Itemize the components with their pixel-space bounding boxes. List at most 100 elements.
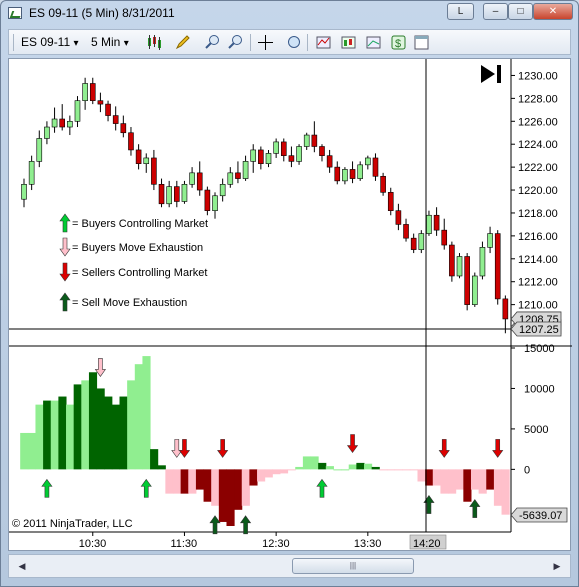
candle-body (120, 123, 127, 134)
indicator-bar (35, 404, 44, 470)
go-to-end-icon[interactable] (481, 65, 501, 83)
toolbar-grip (13, 34, 14, 51)
candle-body (280, 141, 287, 156)
indicator-bar (73, 384, 82, 470)
candle (372, 153, 379, 181)
close-button[interactable]: ✕ (533, 3, 573, 20)
legend-sellexhaust-label: = Sell Move Exhaustion (72, 297, 187, 309)
candle (265, 149, 272, 168)
indicator-bar (195, 469, 205, 490)
magnifier-icon[interactable] (286, 34, 303, 51)
legend-buy-arrow-icon (59, 213, 71, 233)
candle-body (319, 146, 325, 156)
horizontal-scrollbar[interactable]: ◀ ||| ▶ (8, 554, 571, 578)
chart-panel[interactable]: 1230.00 1228.00 1226.00 1224.00 1222.00 1220.… (8, 58, 572, 552)
chart-properties-icon[interactable] (365, 34, 382, 51)
copyright-text: © 2011 NinjaTrader, LLC (12, 518, 133, 530)
indicator-bar (218, 469, 227, 522)
window-properties-icon[interactable] (413, 34, 430, 51)
sell-exhaustion-up-arrow-icon (423, 495, 435, 514)
indicator-bar (287, 469, 296, 471)
chevron-down-icon: ▾ (123, 38, 129, 49)
candle-body (196, 172, 203, 191)
candle-body (380, 175, 386, 193)
candle (135, 144, 142, 170)
indicator-bar (318, 462, 327, 470)
link-button[interactable]: L (447, 3, 474, 20)
candle-body (471, 275, 478, 305)
zoom-in-icon[interactable] (204, 34, 221, 51)
candle-body (357, 164, 363, 179)
candle (112, 106, 119, 131)
interval-selector[interactable]: 5 Min ▾ (91, 34, 129, 51)
indicator-bar (43, 400, 52, 470)
candle-body (227, 172, 234, 185)
candle (242, 155, 249, 181)
candle (166, 180, 172, 208)
indicator-bar (264, 469, 273, 478)
scroll-thumb[interactable]: ||| (292, 558, 414, 574)
candle (487, 226, 493, 254)
price-tick-label: 1220.00 (518, 185, 558, 197)
candle-body (502, 298, 509, 320)
sell-down-arrow-icon (438, 439, 450, 458)
candle-body (51, 118, 58, 128)
strategies-icon[interactable] (340, 34, 357, 51)
indicator-bar (478, 469, 487, 494)
candle-body (326, 155, 333, 168)
indicator-bar (134, 364, 143, 470)
candle-body (112, 115, 119, 124)
candle-body (303, 134, 310, 147)
sell-down-arrow-icon (346, 434, 359, 454)
sell-down-arrow-icon (217, 439, 229, 458)
candle-body (487, 233, 493, 248)
toolbar-separator (250, 34, 251, 51)
indicator-marker-label: -5639.07 (519, 510, 562, 522)
candle (97, 92, 104, 113)
candle (418, 230, 425, 254)
maximize-button[interactable]: □ (508, 3, 533, 20)
indicator-bar (463, 469, 472, 502)
indicator-bar (257, 469, 266, 482)
scroll-right-icon[interactable]: ▶ (550, 559, 564, 573)
price-tick-label: 1214.00 (518, 254, 558, 266)
indicator-bar (249, 469, 258, 486)
candle (51, 107, 58, 133)
buy-up-arrow-icon (140, 478, 152, 498)
zoom-out-icon[interactable] (227, 34, 244, 51)
candle-body (258, 149, 264, 164)
window-title: ES 09-11 (5 Min) 8/31/2011 (29, 6, 175, 20)
candle (181, 180, 188, 204)
candle-body (21, 184, 27, 200)
indicator-tick-label: 10000 (524, 383, 555, 395)
candle (342, 167, 348, 185)
crosshair-icon[interactable] (257, 34, 274, 51)
indicators-icon[interactable] (315, 34, 332, 51)
indicator-bar (448, 469, 457, 494)
pencil-drawing-icon[interactable] (174, 34, 191, 51)
price-panel (21, 77, 509, 334)
candle (89, 77, 96, 105)
indicator-bar (310, 456, 319, 470)
sell-exhaustion-up-arrow-icon (209, 515, 221, 535)
candle-body (82, 83, 88, 101)
sell-down-arrow-icon (178, 439, 191, 458)
scroll-left-icon[interactable]: ◀ (15, 559, 29, 573)
candle-body (387, 192, 394, 211)
minimize-button[interactable]: – (483, 3, 508, 20)
dollar-icon[interactable]: $ (390, 34, 407, 51)
chart-canvas[interactable]: 1230.00 1228.00 1226.00 1224.00 1222.00 1220.… (9, 59, 572, 552)
indicator-bar (104, 396, 113, 470)
candle (258, 146, 264, 170)
sell-exhaustion-up-arrow-icon (239, 515, 252, 535)
indicator-bar (81, 380, 90, 470)
indicator-bar (241, 469, 250, 506)
price-tick-label: 1218.00 (518, 208, 558, 220)
candle (151, 149, 157, 191)
price-tick-label: 1230.00 (518, 70, 558, 82)
candlestick-style-icon[interactable] (146, 34, 163, 51)
candle-body (365, 157, 371, 166)
title-bar[interactable]: ES 09-11 (5 Min) 8/31/2011 L – □ ✕ (1, 1, 578, 27)
indicator-bar (157, 465, 166, 470)
instrument-selector[interactable]: ES 09-11 ▾ (21, 34, 79, 51)
